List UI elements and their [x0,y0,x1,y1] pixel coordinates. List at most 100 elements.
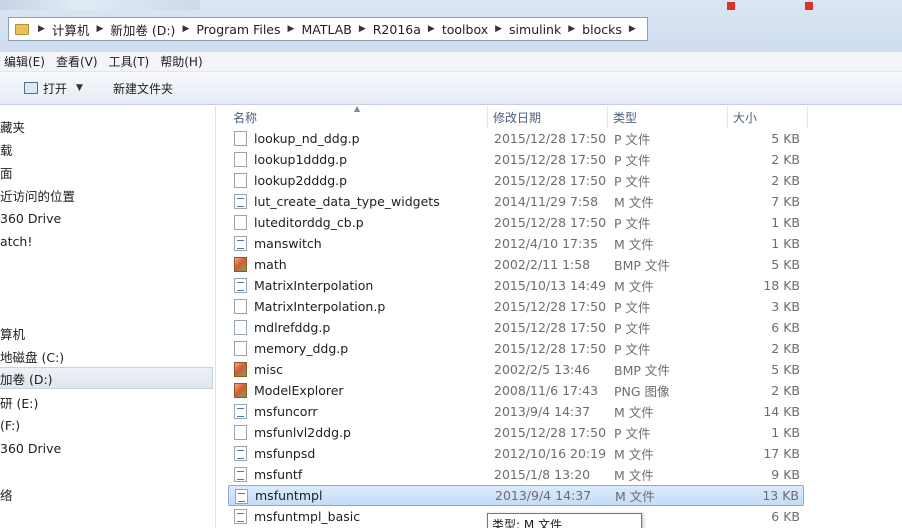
file-row[interactable]: lut_create_data_type_widgets 2014/11/29 7… [228,191,804,212]
m-file-icon [234,404,247,419]
file-type: M 文件 [615,489,655,504]
file-size: 2 KB [771,173,800,188]
menu-edit[interactable]: 编辑(E) [0,53,52,70]
folder-icon [15,23,29,35]
file-name: misc [254,362,284,377]
column-type[interactable]: 类型 [608,106,728,128]
file-size: 14 KB [763,404,800,419]
chevron-right-icon[interactable]: ▶ [96,24,103,34]
file-row[interactable]: lookup1dddg.p 2015/12/28 17:50 P 文件 2 KB [228,149,804,170]
sidebar-item-label: 360 Drive [0,210,62,226]
column-size[interactable]: 大小 [728,106,808,128]
file-size: 2 KB [771,152,800,167]
file-type: M 文件 [614,237,654,252]
sidebar-item[interactable]: 360 Drive [0,437,213,459]
new-folder-button[interactable]: 新建文件夹 [113,80,173,97]
file-row[interactable]: msfunpsd 2012/10/16 20:19 M 文件 17 KB [228,443,804,464]
p-file-icon [234,299,247,314]
file-row[interactable]: ModelExplorer 2008/11/6 17:43 PNG 图像 2 KB [228,380,804,401]
p-file-icon [234,341,247,356]
file-size: 18 KB [763,278,800,293]
file-row[interactable]: msfunlvl2ddg.p 2015/12/28 17:50 P 文件 1 KB [228,422,804,443]
file-row[interactable]: lookup2dddg.p 2015/12/28 17:50 P 文件 2 KB [228,170,804,191]
file-row[interactable]: msfuntmpl 2013/9/4 14:37 M 文件 13 KB [228,485,804,506]
chevron-right-icon[interactable]: ▶ [428,24,435,34]
open-label: 打开 [43,81,68,96]
menu-help[interactable]: 帮助(H) [156,53,209,70]
bmp-file-icon [234,257,247,272]
file-date: 2012/10/16 20:19 [494,446,607,461]
menu-bar: 编辑(E) 查看(V) 工具(T) 帮助(H) [0,52,902,72]
breadcrumb-item[interactable]: Program Files [194,22,282,37]
sidebar-item-label: 研 (E:) [0,395,39,411]
menu-view[interactable]: 查看(V) [52,53,105,70]
breadcrumb-item[interactable]: simulink [507,22,563,37]
sidebar-item[interactable]: 面 [0,161,213,183]
file-row[interactable]: misc 2002/2/5 13:46 BMP 文件 5 KB [228,359,804,380]
title-strip: ▶ 计算机 ▶ 新加卷 (D:) ▶ Program Files ▶ MATLAB ▶ R201… [0,0,902,60]
breadcrumb-item[interactable]: blocks [580,22,624,37]
breadcrumb-item[interactable]: MATLAB [299,22,353,37]
file-row[interactable]: msfuncorr 2013/9/4 14:37 M 文件 14 KB [228,401,804,422]
file-row[interactable]: lookup_nd_ddg.p 2015/12/28 17:50 P 文件 5 KB [228,128,804,149]
chevron-right-icon[interactable]: ▶ [182,24,189,34]
file-name: lut_create_data_type_widgets [254,194,440,209]
breadcrumb-item[interactable]: 计算机 [50,20,92,39]
sidebar-item-label: 加卷 (D:) [0,371,53,387]
sidebar-item[interactable]: 载 [0,138,213,160]
sidebar-item[interactable]: 360 Drive [0,207,213,229]
file-row[interactable]: math 2002/2/11 1:58 BMP 文件 5 KB [228,254,804,275]
file-date: 2013/9/4 14:37 [495,488,592,503]
chevron-right-icon[interactable]: ▶ [288,24,295,34]
chevron-right-icon[interactable]: ▶ [568,24,575,34]
file-name: msfuntf [254,467,303,482]
file-row[interactable]: msfuntf 2015/1/8 13:20 M 文件 9 KB [228,464,804,485]
chevron-down-icon[interactable]: ▼ [76,83,83,93]
column-name[interactable]: 名称 ▲ [228,104,488,128]
file-row[interactable]: mdlrefddg.p 2015/12/28 17:50 P 文件 6 KB [228,317,804,338]
sidebar-item[interactable]: 近访问的位置 [0,184,213,206]
file-size: 6 KB [771,509,800,524]
open-button[interactable]: 打开 ▼ [24,80,83,97]
file-name: luteditorddg_cb.p [254,215,364,230]
file-row[interactable]: MatrixInterpolation 2015/10/13 14:49 M 文件 1… [228,275,804,296]
sidebar-item[interactable]: 研 (E:) [0,391,213,413]
breadcrumb-item[interactable]: toolbox [440,22,490,37]
m-file-icon [234,509,247,524]
sidebar-item[interactable]: (F:) [0,414,213,436]
menu-tools[interactable]: 工具(T) [105,53,157,70]
file-type: PNG 图像 [614,384,670,399]
file-row[interactable]: luteditorddg_cb.p 2015/12/28 17:50 P 文件 1 K… [228,212,804,233]
file-name: memory_ddg.p [254,341,349,356]
chevron-right-icon[interactable]: ▶ [38,24,45,34]
sidebar-item-label: 近访问的位置 [0,188,76,204]
sidebar-item[interactable]: 络 [0,483,213,505]
file-size: 9 KB [771,467,800,482]
address-bar[interactable]: ▶ 计算机 ▶ 新加卷 (D:) ▶ Program Files ▶ MATLAB ▶ R201… [8,17,648,41]
file-date: 2015/12/28 17:50 [494,152,607,167]
file-row[interactable]: MatrixInterpolation.p 2015/12/28 17:50 P 文… [228,296,804,317]
file-type: M 文件 [614,279,654,294]
chevron-right-icon[interactable]: ▶ [629,24,636,34]
sidebar-item[interactable]: 地磁盘 (C:) [0,345,213,367]
sidebar-item[interactable]: 算机 [0,322,213,344]
sidebar-item[interactable]: 藏夹 [0,115,213,137]
sidebar-item[interactable]: 加卷 (D:) [0,367,213,389]
blurred-title [0,0,200,10]
file-row[interactable]: manswitch 2012/4/10 17:35 M 文件 1 KB [228,233,804,254]
file-size: 2 KB [771,383,800,398]
file-row[interactable]: memory_ddg.p 2015/12/28 17:50 P 文件 2 KB [228,338,804,359]
file-name: msfuntmpl_basic [254,509,361,524]
breadcrumb-item[interactable]: 新加卷 (D:) [108,20,177,39]
file-name: lookup1dddg.p [254,152,348,167]
sidebar-item[interactable]: atch! [0,230,213,252]
chevron-right-icon[interactable]: ▶ [495,24,502,34]
breadcrumb-item[interactable]: R2016a [371,22,423,37]
m-file-icon [234,236,247,251]
chevron-right-icon[interactable]: ▶ [359,24,366,34]
file-type: M 文件 [614,468,654,483]
file-size: 6 KB [771,320,800,335]
column-date[interactable]: 修改日期 [488,106,608,128]
file-date: 2015/12/28 17:50 [494,341,607,356]
column-type-label: 类型 [613,110,638,125]
